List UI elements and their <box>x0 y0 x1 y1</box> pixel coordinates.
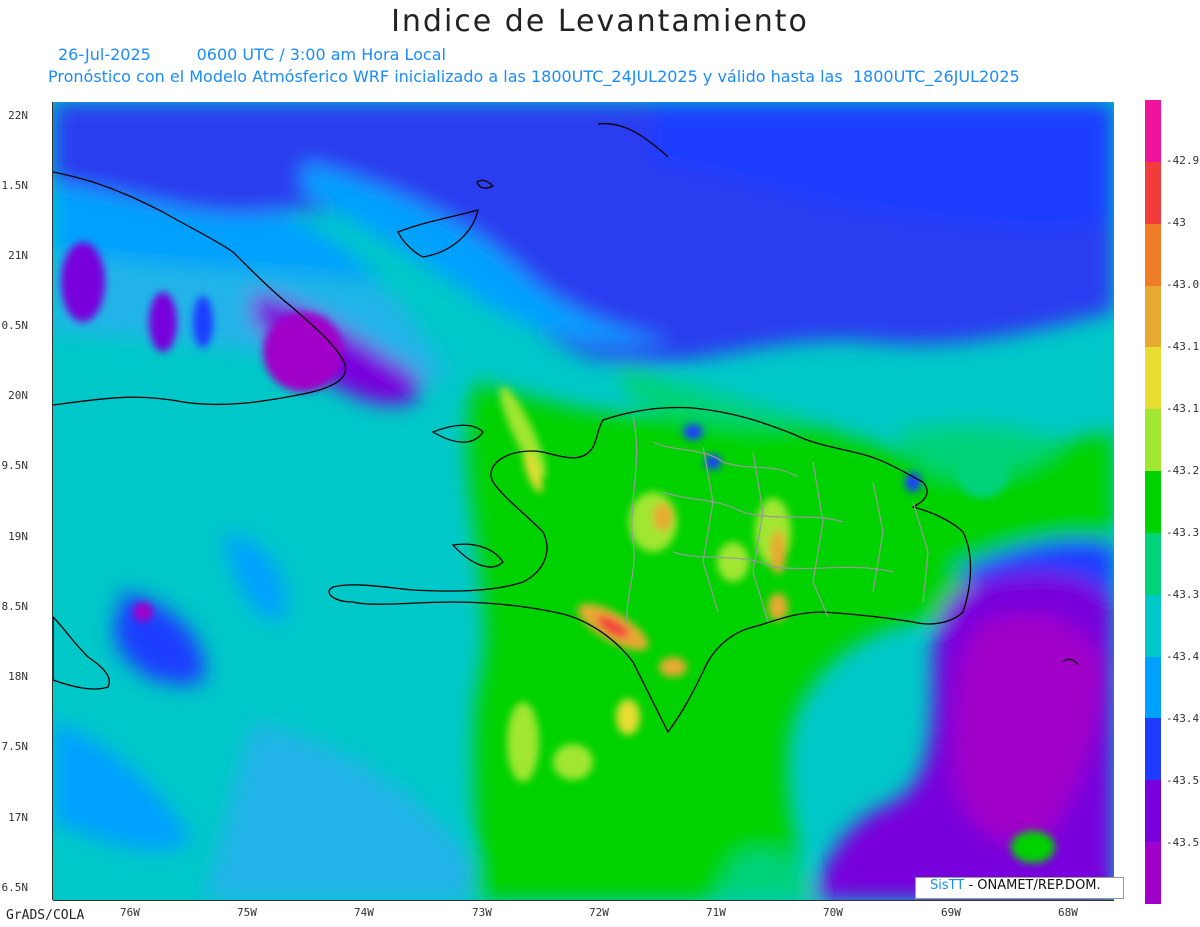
legend-label: -43.5 <box>1166 774 1200 787</box>
legend-label: -43.3 <box>1166 588 1200 601</box>
lat-label: 6.5N <box>1 881 29 894</box>
credit-brand: SisTT <box>930 878 965 893</box>
lat-label: 8.5N <box>1 600 29 613</box>
lon-label: 72W <box>589 906 609 919</box>
legend-label: -43.4 <box>1166 650 1200 663</box>
lat-label: 9.5N <box>1 459 29 472</box>
lon-label: 68W <box>1058 906 1078 919</box>
legend-swatch <box>1145 409 1161 472</box>
lon-label: 73W <box>472 906 492 919</box>
legend-label: -43 <box>1166 216 1186 229</box>
legend-swatch <box>1145 718 1161 781</box>
legend-swatch <box>1145 532 1161 595</box>
lat-label: 21N <box>8 249 28 262</box>
weather-map <box>53 102 1114 900</box>
legend-swatch <box>1145 471 1161 534</box>
lon-label: 74W <box>354 906 374 919</box>
lon-label: 69W <box>941 906 961 919</box>
legend-swatch <box>1145 656 1161 719</box>
lat-label: 22N <box>8 109 28 122</box>
forecast-date: 26-Jul-2025 <box>58 45 151 64</box>
lon-label: 75W <box>237 906 257 919</box>
lon-label: 71W <box>706 906 726 919</box>
lat-label: 7.5N <box>1 740 29 753</box>
lon-label: 76W <box>120 906 140 919</box>
legend-label: -43.5 <box>1166 836 1200 849</box>
forecast-time: 0600 UTC / 3:00 am Hora Local <box>196 45 446 64</box>
map-title: Indice de Levantamiento <box>391 4 809 39</box>
forecast-date-time: 26-Jul-2025 0600 UTC / 3:00 am Hora Loca… <box>58 45 446 64</box>
lat-label: 18N <box>8 670 28 683</box>
legend-swatch <box>1145 347 1161 410</box>
legend-swatch <box>1145 223 1161 286</box>
credit-org: - ONAMET/REP.DOM. <box>968 878 1101 893</box>
legend-swatch <box>1145 594 1161 657</box>
lat-label: 19N <box>8 530 28 543</box>
software-label: GrADS/COLA <box>6 908 85 923</box>
legend-swatch <box>1145 842 1161 905</box>
legend-label: -43.3 <box>1166 526 1200 539</box>
credit-box: SisTT - ONAMET/REP.DOM. <box>915 877 1124 899</box>
lon-label: 70W <box>823 906 843 919</box>
legend-label: -43.0 <box>1166 278 1200 291</box>
lat-label: 17N <box>8 811 28 824</box>
legend-swatch <box>1145 100 1161 162</box>
color-legend <box>1145 100 1161 905</box>
legend-swatch <box>1145 161 1161 224</box>
lifted-index-field <box>53 102 1114 900</box>
x-axis-line <box>53 900 1114 901</box>
legend-label: -43.1 <box>1166 402 1200 415</box>
legend-label: -43.4 <box>1166 712 1200 725</box>
legend-label: -42.9 <box>1166 154 1200 167</box>
forecast-description: Pronóstico con el Modelo Atmósferico WRF… <box>48 67 1020 86</box>
lat-label: 1.5N <box>1 179 29 192</box>
legend-label: -43.1 <box>1166 340 1200 353</box>
y-axis-line <box>52 102 53 900</box>
lat-label: 20N <box>8 389 28 402</box>
legend-label: -43.2 <box>1166 464 1200 477</box>
legend-swatch <box>1145 780 1161 843</box>
legend-swatch <box>1145 285 1161 348</box>
lat-label: 0.5N <box>1 319 29 332</box>
